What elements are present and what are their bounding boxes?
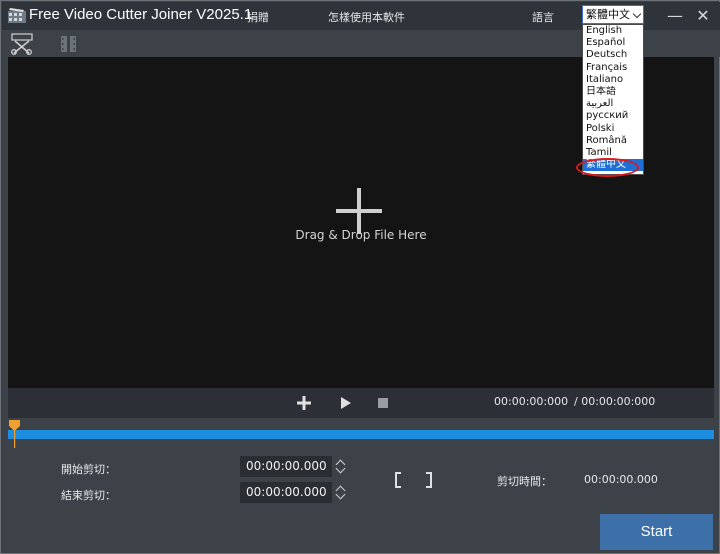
language-option[interactable]: 日本語 <box>583 86 643 98</box>
start-cut-label: 開始剪切： <box>61 463 116 476</box>
end-time-stepper-down[interactable] <box>334 489 348 503</box>
language-option[interactable]: Română <box>583 135 643 147</box>
language-selected-value: 繁體中文 <box>586 8 630 21</box>
language-option[interactable]: русский <box>583 110 643 122</box>
language-label: 語言 <box>532 11 554 24</box>
app-window: Free Video Cutter Joiner V2025.1 捐贈 怎樣使用… <box>0 0 720 554</box>
chevron-down-icon[interactable] <box>335 463 346 474</box>
timeline-track[interactable] <box>8 430 714 439</box>
cut-panel: 開始剪切： 結束剪切： 00:00:00.000 00:00:00.000 剪切… <box>8 450 714 508</box>
app-title: Free Video Cutter Joiner V2025.1 <box>29 6 253 23</box>
start-button[interactable]: Start <box>600 514 713 550</box>
app-logo-icon <box>8 8 26 23</box>
current-time: 00:00:00:000 <box>494 395 569 408</box>
language-option[interactable]: Tamil <box>583 147 643 159</box>
end-cut-label: 結束剪切： <box>61 489 116 502</box>
minimize-button[interactable]: — <box>664 6 686 26</box>
player-controls: 00:00:00:000 / 00:00:00:000 <box>8 388 714 418</box>
stop-icon[interactable] <box>374 394 392 412</box>
set-start-bracket-icon[interactable] <box>392 472 406 488</box>
language-option[interactable]: Polski <box>583 123 643 135</box>
start-time-stepper-down[interactable] <box>334 463 348 477</box>
language-option[interactable]: 繁體中文 <box>583 159 643 172</box>
howto-link[interactable]: 怎樣使用本軟件 <box>328 9 405 25</box>
chevron-down-icon <box>632 9 642 19</box>
language-option[interactable]: Italiano <box>583 74 643 86</box>
drop-file-label: Drag & Drop File Here <box>295 228 427 242</box>
language-select[interactable]: 繁體中文 <box>582 5 644 24</box>
start-time-input[interactable]: 00:00:00.000 <box>240 456 332 477</box>
total-time: / 00:00:00:000 <box>574 395 656 408</box>
close-icon: ✕ <box>696 6 710 25</box>
scissors-icon[interactable] <box>11 33 33 55</box>
playhead-marker-icon[interactable] <box>9 420 20 448</box>
minimize-icon: — <box>667 6 683 25</box>
set-end-bracket-icon[interactable] <box>421 472 435 488</box>
add-icon[interactable] <box>295 394 313 412</box>
language-option[interactable]: Français <box>583 62 643 74</box>
duration-value: 00:00:00.000 <box>584 473 658 486</box>
language-option[interactable]: English <box>583 25 643 37</box>
language-option[interactable]: العربية <box>583 98 643 110</box>
timeline <box>8 418 714 450</box>
language-dropdown-list: English Español Deutsch Français Italiano 日本語… <box>582 24 644 175</box>
donate-link[interactable]: 捐贈 <box>247 9 269 25</box>
end-time-input[interactable]: 00:00:00.000 <box>240 482 332 503</box>
bottom-bar: Start <box>8 508 714 551</box>
chevron-down-icon[interactable] <box>335 489 346 500</box>
language-option[interactable]: Español <box>583 37 643 49</box>
film-join-icon[interactable] <box>58 33 80 55</box>
play-icon[interactable] <box>336 394 354 412</box>
duration-label: 剪切時間： <box>497 475 552 488</box>
close-button[interactable]: ✕ <box>692 6 714 26</box>
language-option[interactable]: Deutsch <box>583 49 643 61</box>
